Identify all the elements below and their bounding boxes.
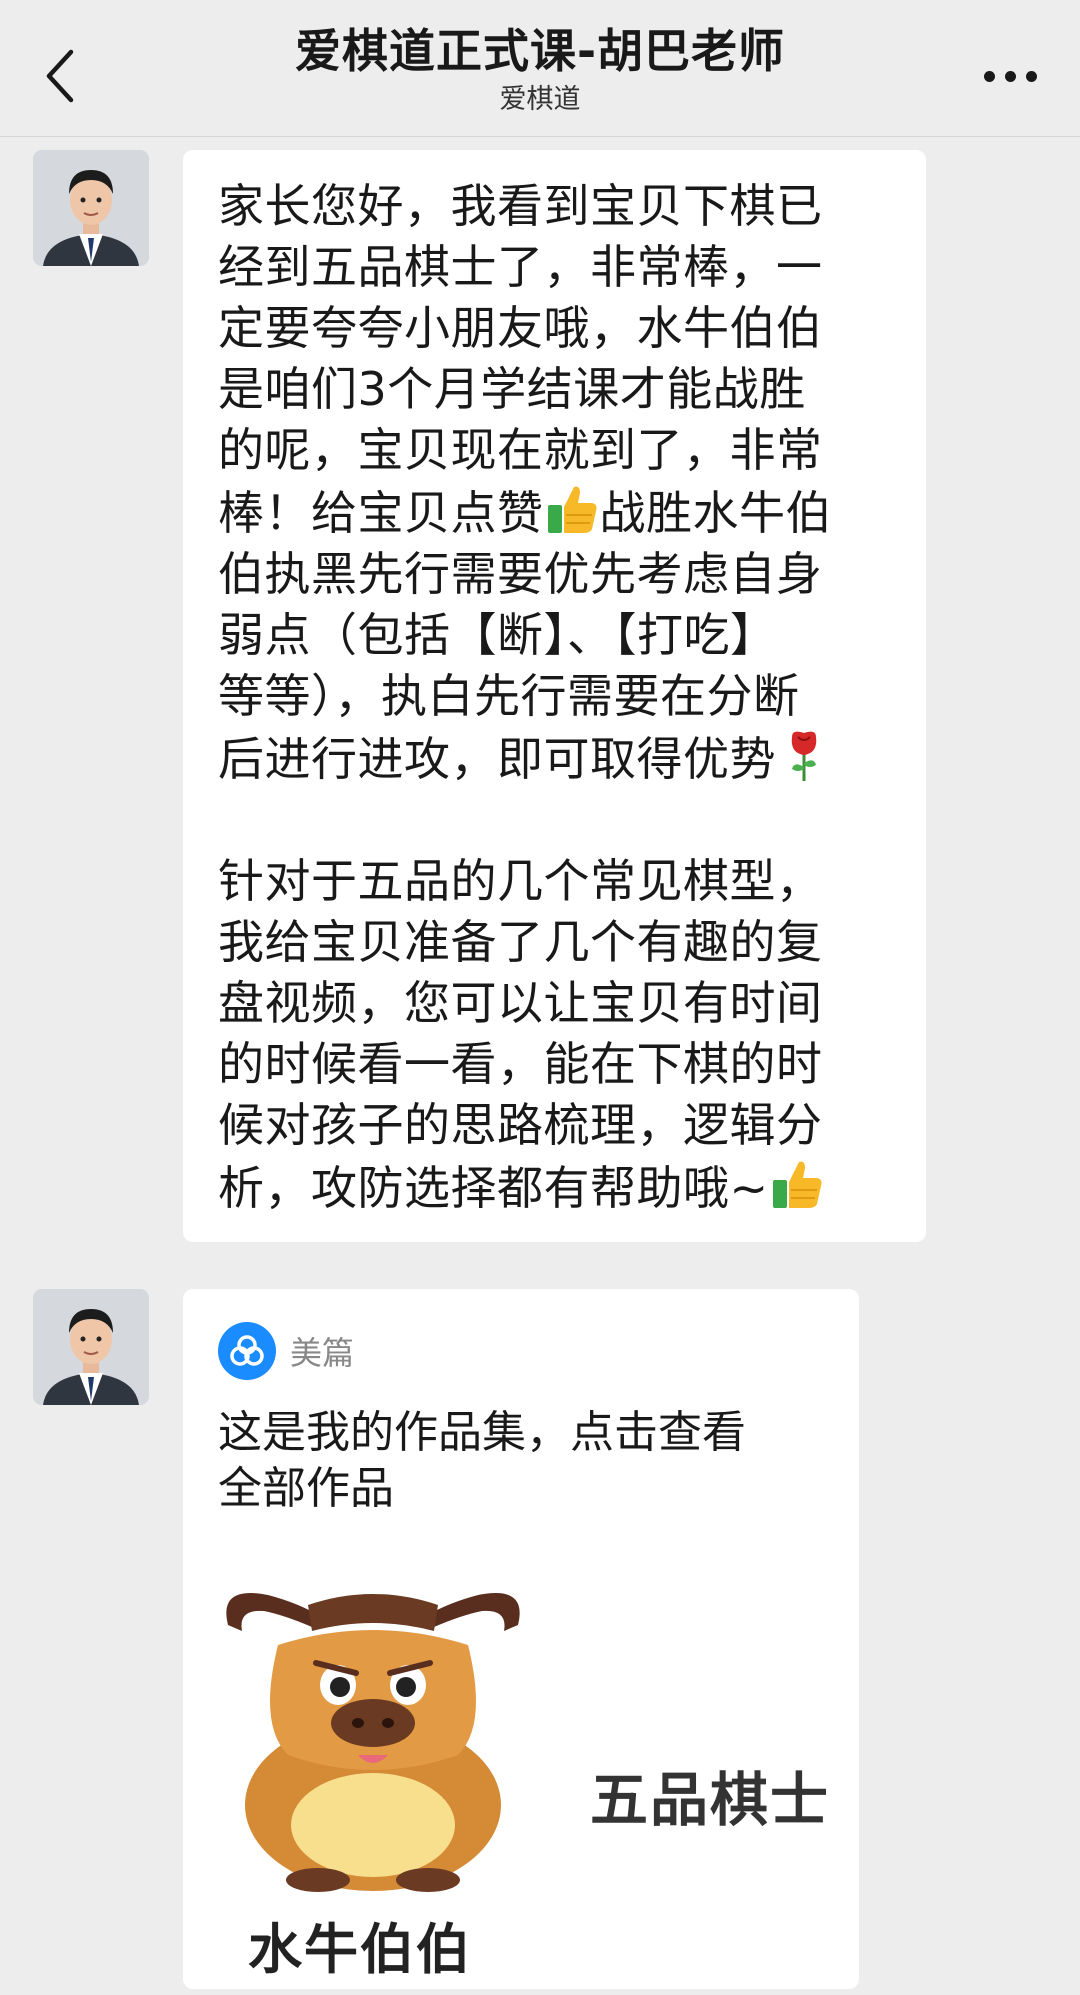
teacher-avatar-image <box>33 1289 149 1405</box>
avatar[interactable] <box>33 150 149 266</box>
card-thumbnail: 五品棋士 水牛伯伯 <box>208 1575 848 1995</box>
chat-title: 爱棋道正式课-胡巴老师 <box>294 24 786 78</box>
card-title: 这是我的作品集，点击查看 全部作品 <box>218 1407 746 1514</box>
thumbs-up-icon <box>547 486 596 533</box>
chat-title-area[interactable]: 爱棋道正式课-胡巴老师 爱棋道 <box>180 22 900 118</box>
message-paragraph: 针对于五品的几个常见棋型， 我给宝贝准备了几个有趣的复 盘视频，您可以让宝贝有时… <box>218 851 894 1219</box>
chevron-left-icon <box>46 49 74 103</box>
buffalo-mascot-image <box>226 1593 520 1892</box>
chat-header: 爱棋道正式课-胡巴老师 爱棋道 <box>0 0 1080 137</box>
back-button[interactable] <box>30 36 90 116</box>
message-paragraph: 家长您好，我看到宝贝下棋已 经到五品棋士了，非常棒，一 定要夸夸小朋友哦，水牛伯… <box>218 176 894 790</box>
avatar[interactable] <box>33 1289 149 1405</box>
thumbnail-caption: 五品棋士 <box>590 1766 831 1834</box>
thumbs-up-icon <box>772 1161 822 1208</box>
card-source-name: 美篇 <box>290 1334 355 1372</box>
rose-icon <box>791 731 817 781</box>
chat-subtitle: 爱棋道 <box>499 84 581 115</box>
link-card-message[interactable]: 美篇 这是我的作品集，点击查看 全部作品 五品棋士 水牛伯伯 <box>183 1289 859 1989</box>
meipian-logo-icon <box>218 1322 276 1380</box>
message-text: 针对于五品的几个常见棋型， 我给宝贝准备了几个有趣的复 盘视频，您可以让宝贝有时… <box>218 854 823 1215</box>
thumbnail-caption: 水牛伯伯 <box>248 1918 472 1981</box>
text-message-bubble[interactable]: 家长您好，我看到宝贝下棋已 经到五品棋士了，非常棒，一 定要夸夸小朋友哦，水牛伯… <box>183 150 926 1242</box>
more-button[interactable] <box>970 46 1050 106</box>
more-dots-icon <box>983 70 995 82</box>
teacher-avatar-image <box>33 150 149 266</box>
card-source: 美篇 <box>218 1321 824 1381</box>
